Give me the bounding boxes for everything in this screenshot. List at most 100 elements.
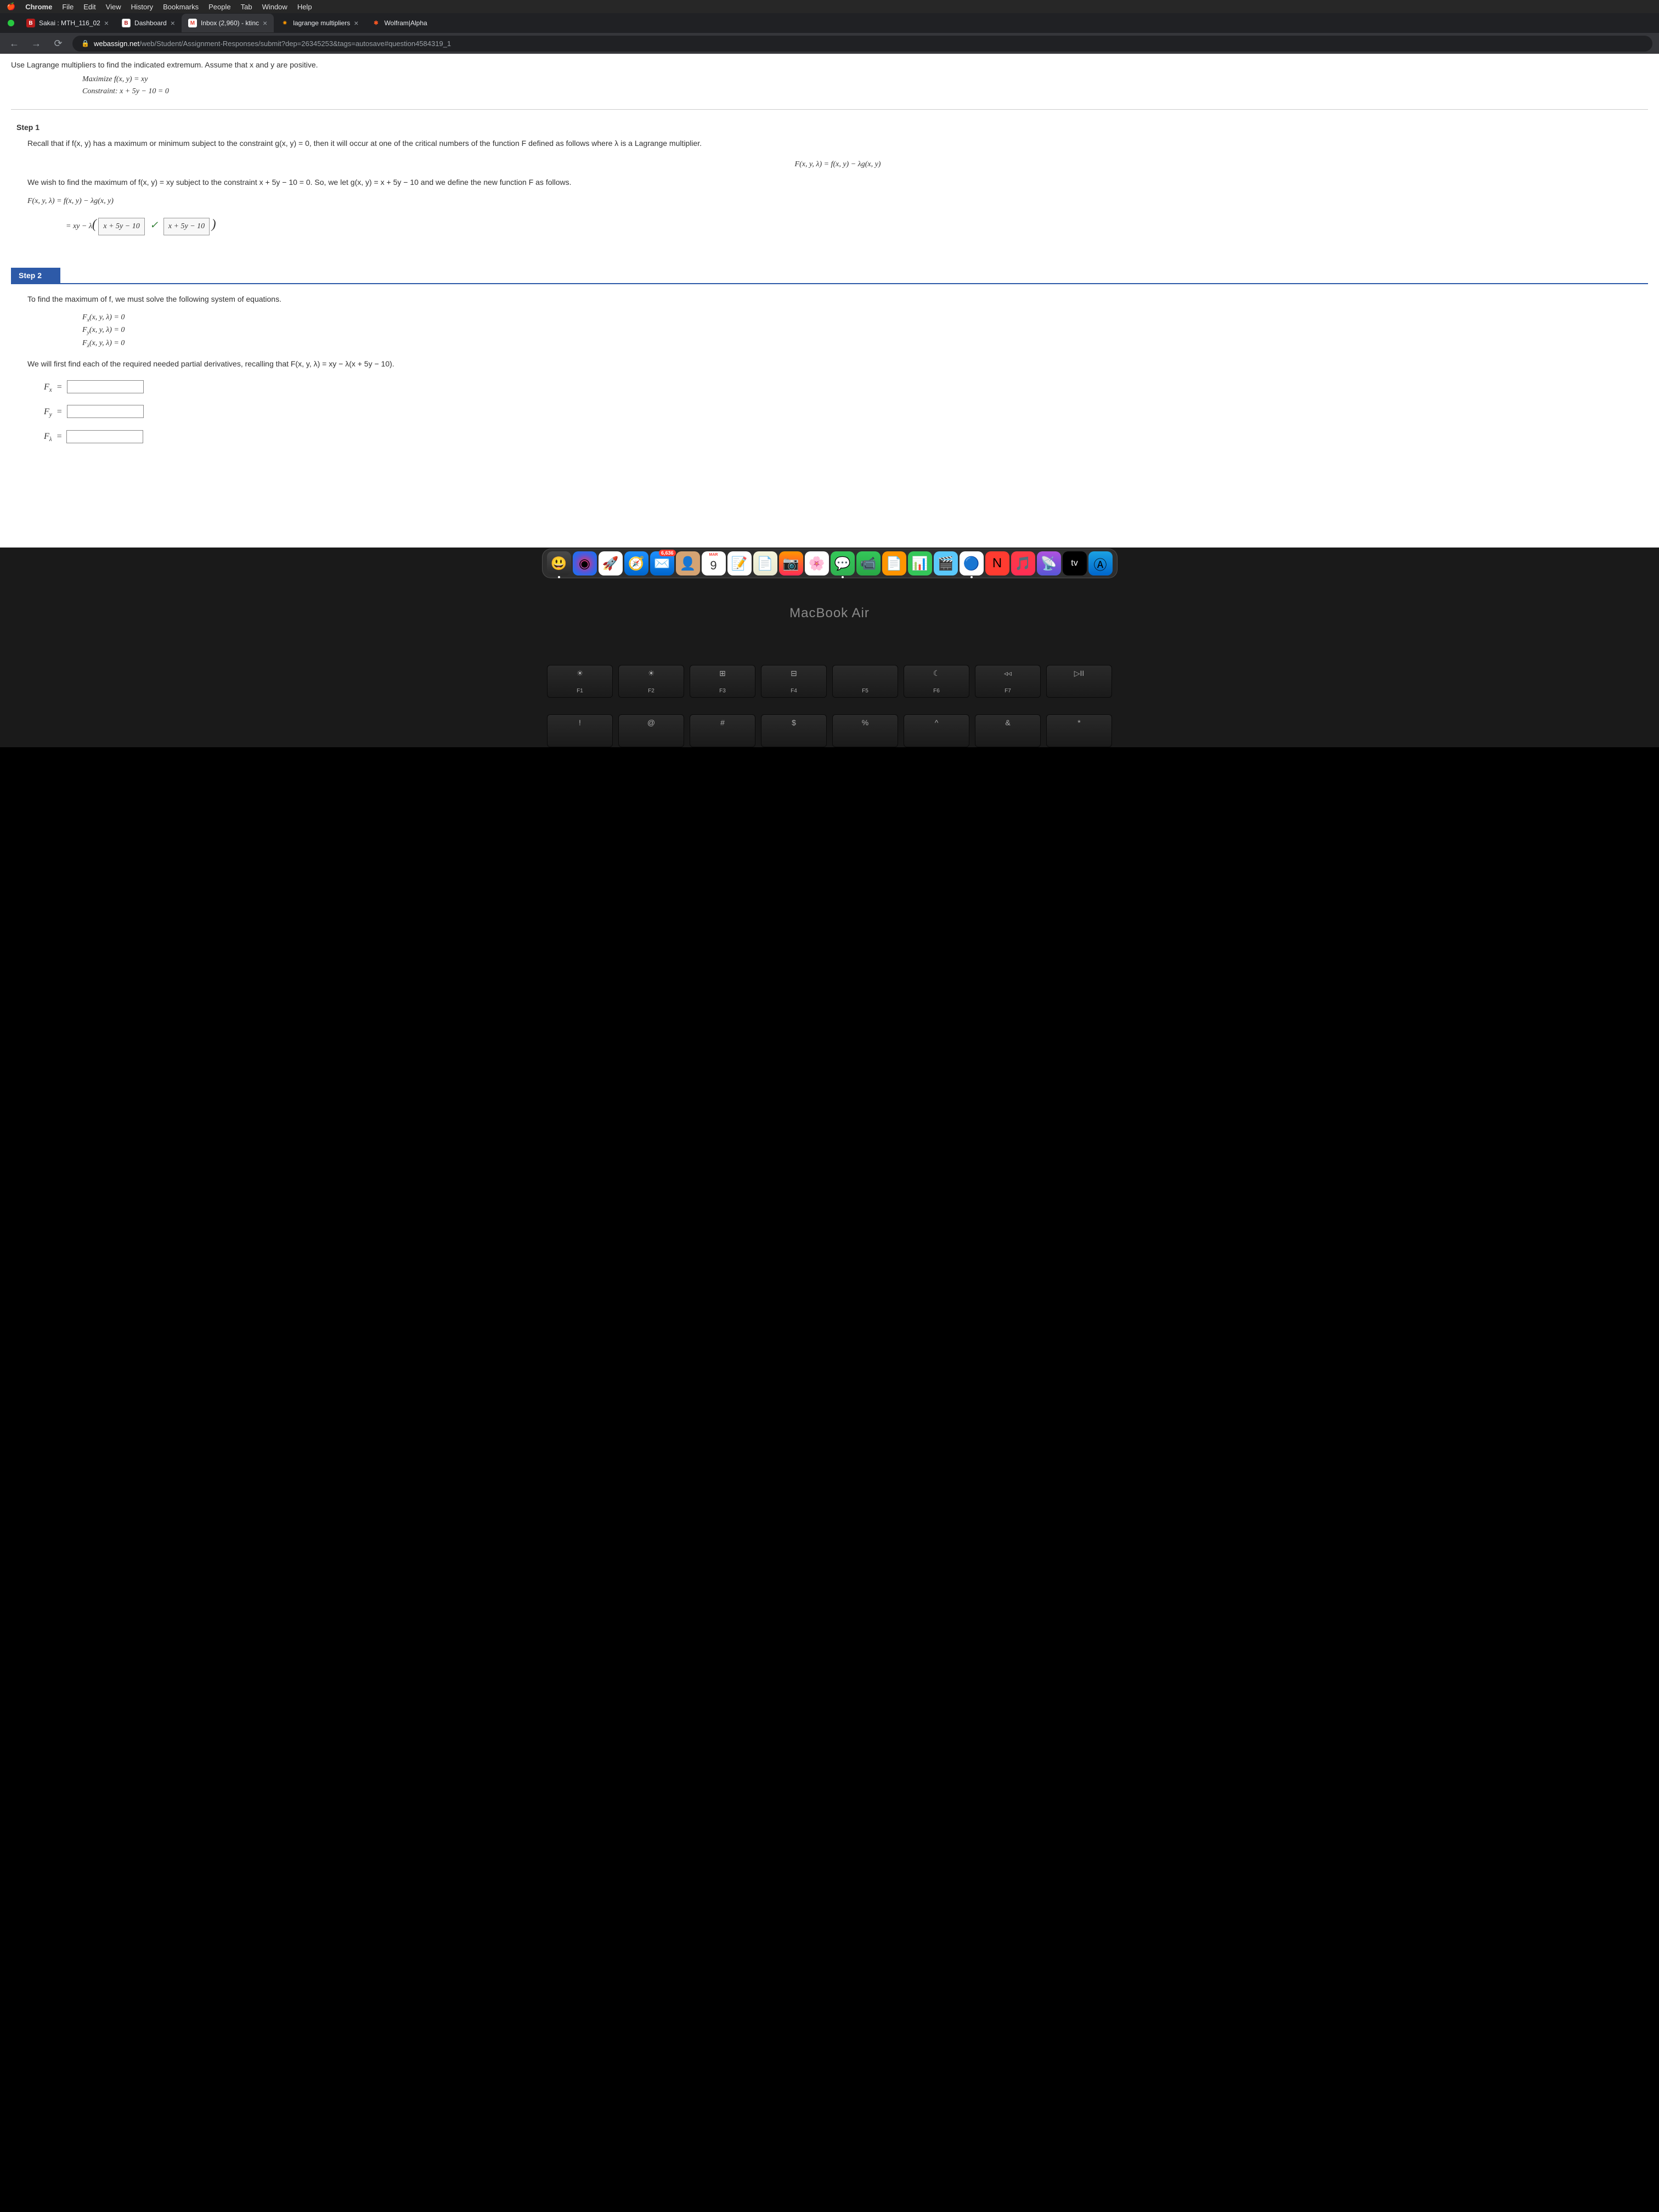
tab-sakai[interactable]: B Sakai : MTH_116_02 × — [20, 14, 115, 32]
tab-dashboard[interactable]: B Dashboard × — [115, 14, 182, 32]
menu-window[interactable]: Window — [262, 3, 287, 11]
tab-title: lagrange multipliers — [293, 19, 350, 27]
tab-inbox[interactable]: M Inbox (2,960) - ktinc × — [182, 14, 274, 32]
dock-numbers[interactable]: 📊 — [908, 551, 932, 575]
traffic-green[interactable] — [8, 20, 14, 26]
lock-icon: 🔒 — [81, 40, 89, 47]
menu-people[interactable]: People — [208, 3, 230, 11]
dock-chrome[interactable]: 🔵 — [960, 551, 984, 575]
check-icon: ✓ — [150, 219, 158, 230]
key-1: ! — [547, 714, 613, 747]
key-f5: F5 — [832, 665, 898, 698]
step1-formula1: F(x, y, λ) = f(x, y) − λg(x, y) — [27, 158, 1648, 171]
url-path: /web/Student/Assignment-Responses/submit… — [139, 40, 451, 48]
fl-input[interactable] — [66, 430, 143, 443]
menu-help[interactable]: Help — [297, 3, 312, 11]
key-f4: ⊟F4 — [761, 665, 827, 698]
key-f3: ⊞F3 — [690, 665, 755, 698]
dock-launchpad[interactable]: 🚀 — [599, 551, 623, 575]
constraint-line: Constraint: x + 5y − 10 = 0 — [82, 86, 1648, 98]
fy-row: Fy = — [44, 404, 1648, 420]
keyboard-num-row: ! @ # $ % ^ & * — [0, 714, 1659, 747]
forward-button[interactable]: → — [29, 38, 44, 49]
address-bar[interactable]: 🔒 webassign.net/web/Student/Assignment-R… — [72, 36, 1652, 52]
maximize-line: Maximize f(x, y) = xy — [82, 74, 1648, 86]
window-controls — [2, 20, 20, 26]
step2-text1: To find the maximum of f, we must solve … — [27, 293, 1648, 306]
tab-title: Inbox (2,960) - ktinc — [201, 19, 259, 27]
tab-title: Dashboard — [134, 19, 167, 27]
tab-wolfram[interactable]: ✱ Wolfram|Alpha — [365, 14, 433, 32]
dock-safari[interactable]: 🧭 — [624, 551, 648, 575]
key-f8: ▷II — [1046, 665, 1112, 698]
tab-bar: B Sakai : MTH_116_02 × B Dashboard × M I… — [0, 13, 1659, 33]
step1-eq2-prefix: = xy − λ — [66, 222, 92, 230]
favicon-dashboard: B — [122, 19, 131, 27]
dock-finder[interactable]: 😃 — [547, 551, 571, 575]
key-8: * — [1046, 714, 1112, 747]
dock-photos[interactable]: 🌸 — [805, 551, 829, 575]
menu-bookmarks[interactable]: Bookmarks — [163, 3, 199, 11]
close-icon[interactable]: × — [171, 19, 175, 27]
dock-siri[interactable]: ◉ — [573, 551, 597, 575]
tab-title: Wolfram|Alpha — [384, 19, 427, 27]
apple-menu[interactable]: 🍎 — [7, 2, 15, 11]
dock-notes[interactable]: 📄 — [753, 551, 777, 575]
answer-box-1: x + 5y − 10 — [98, 218, 144, 235]
menu-file[interactable]: File — [62, 3, 74, 11]
system-eq1: Fx(x, y, λ) = 0 — [82, 312, 1648, 324]
reload-button[interactable]: ⟳ — [50, 38, 66, 49]
tab-title: Sakai : MTH_116_02 — [39, 19, 100, 27]
step1-text2: We wish to find the maximum of f(x, y) =… — [27, 176, 1648, 189]
dock-netflix[interactable]: N — [985, 551, 1009, 575]
dock-mail[interactable]: ✉️6,636 — [650, 551, 674, 575]
fy-input[interactable] — [67, 405, 144, 418]
step1-header: Step 1 — [16, 123, 1648, 132]
key-4: $ — [761, 714, 827, 747]
menu-app[interactable]: Chrome — [25, 3, 52, 11]
back-button[interactable]: ← — [7, 38, 22, 49]
fx-row: Fx = — [44, 380, 1648, 396]
fx-input[interactable] — [67, 380, 144, 393]
key-2: @ — [618, 714, 684, 747]
favicon-sakai: B — [26, 19, 35, 27]
tab-lagrange[interactable]: ✷ lagrange multipliers × — [274, 14, 365, 32]
key-f2: ☀F2 — [618, 665, 684, 698]
menu-view[interactable]: View — [106, 3, 121, 11]
dock-photobooth[interactable]: 📷 — [779, 551, 803, 575]
step2-header: Step 2 — [11, 268, 60, 283]
dock-messages[interactable]: 💬 — [831, 551, 855, 575]
cal-day: 9 — [710, 558, 716, 573]
menu-history[interactable]: History — [131, 3, 153, 11]
dock-podcasts[interactable]: 📡 — [1037, 551, 1061, 575]
menu-tab[interactable]: Tab — [241, 3, 252, 11]
url-domain: webassign.net — [94, 40, 139, 48]
favicon-symbolab: ✷ — [280, 19, 289, 27]
dock-tv[interactable]: tv — [1063, 551, 1087, 575]
dock: 😃 ◉ 🚀 🧭 ✉️6,636 👤 MAR 9 📝 📄 📷 🌸 💬 📹 📄 📊 … — [0, 549, 1659, 578]
dock-facetime[interactable]: 📹 — [856, 551, 881, 575]
dock-appstore[interactable]: Ⓐ — [1088, 551, 1113, 575]
favicon-gmail: M — [188, 19, 197, 27]
key-f1: ☀F1 — [547, 665, 613, 698]
close-icon[interactable]: × — [354, 19, 358, 27]
system-eq3: Fλ(x, y, λ) = 0 — [82, 337, 1648, 350]
menu-edit[interactable]: Edit — [83, 3, 95, 11]
dock-reminders[interactable]: 📝 — [727, 551, 752, 575]
dock-calendar[interactable]: MAR 9 — [702, 551, 726, 575]
laptop-model: MacBook Air — [0, 606, 1659, 621]
question-intro: Use Lagrange multipliers to find the ind… — [11, 60, 1648, 69]
step1-text1: Recall that if f(x, y) has a maximum or … — [27, 137, 1648, 150]
dock-contacts[interactable]: 👤 — [676, 551, 700, 575]
dock-pages[interactable]: 📄 — [882, 551, 906, 575]
macos-menubar: 🍎 Chrome File Edit View History Bookmark… — [0, 0, 1659, 13]
keyboard-fn-row: ☀F1 ☀F2 ⊞F3 ⊟F4 F5 ☾F6 ◃◃F7 ▷II — [0, 654, 1659, 709]
dock-keynote[interactable]: 🎬 — [934, 551, 958, 575]
step1-eq1: F(x, y, λ) = f(x, y) − λg(x, y) — [27, 195, 1648, 208]
close-icon[interactable]: × — [104, 19, 109, 27]
key-f7: ◃◃F7 — [975, 665, 1041, 698]
favicon-wolfram: ✱ — [371, 19, 380, 27]
close-icon[interactable]: × — [263, 19, 267, 27]
step2-text2: We will first find each of the required … — [27, 358, 1648, 371]
dock-music[interactable]: 🎵 — [1011, 551, 1035, 575]
